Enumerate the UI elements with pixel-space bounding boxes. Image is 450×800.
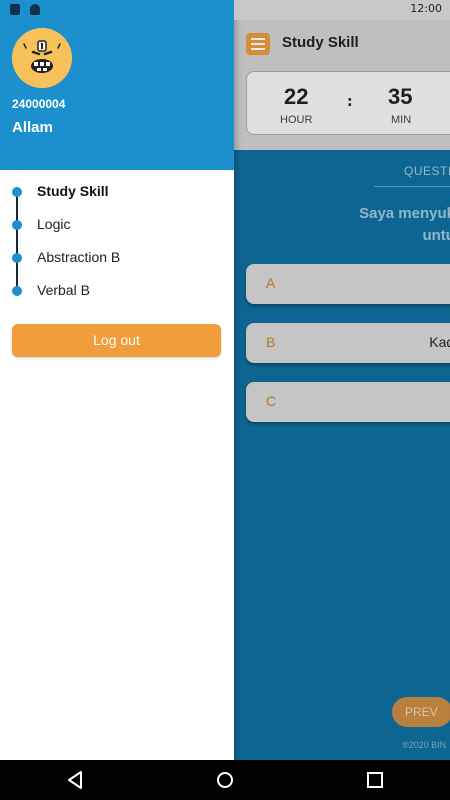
drawer-item-verbal-b[interactable]: Verbal B [0, 276, 234, 306]
timeline-dot-icon [12, 220, 22, 230]
android-icon [30, 4, 40, 15]
drawer-item-label: Logic [37, 216, 71, 232]
drawer-scrim[interactable] [234, 20, 450, 760]
drawer-item-label: Abstraction B [37, 249, 121, 265]
logout-button[interactable]: Log out [12, 324, 221, 357]
monster-face-icon [12, 28, 72, 88]
status-bar-right: 12:00 [234, 0, 450, 20]
status-time: 12:00 [410, 2, 442, 15]
drawer-item-logic[interactable]: Logic [0, 210, 234, 240]
timeline-dot-icon [12, 286, 22, 296]
sd-card-icon [10, 4, 20, 15]
user-id: 24000004 [12, 97, 66, 111]
drawer-item-label: Verbal B [37, 282, 90, 298]
drawer-item-study-skill[interactable]: Study Skill [0, 177, 234, 207]
back-icon[interactable] [63, 768, 87, 792]
drawer-item-label: Study Skill [37, 183, 109, 199]
recents-icon[interactable] [363, 768, 387, 792]
timeline-dot-icon [12, 187, 22, 197]
drawer-item-abstraction-b[interactable]: Abstraction B [0, 243, 234, 273]
home-icon[interactable] [213, 768, 237, 792]
navigation-drawer: 24000004 Allam Study Skill Logic Abstrac… [0, 0, 234, 760]
timeline-dot-icon [12, 253, 22, 263]
avatar [12, 28, 72, 88]
user-name: Allam [12, 119, 53, 136]
system-nav-bar [0, 760, 450, 800]
drawer-header: 24000004 Allam [0, 0, 234, 170]
